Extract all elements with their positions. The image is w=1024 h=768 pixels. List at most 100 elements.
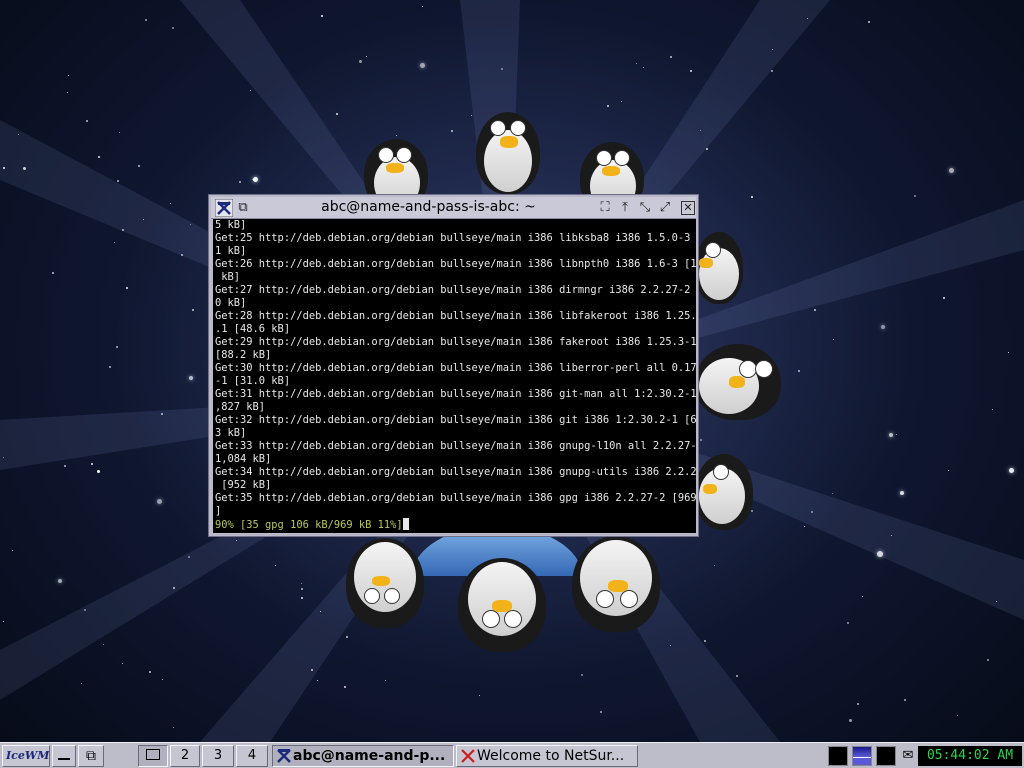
star — [832, 493, 833, 494]
star — [84, 609, 86, 611]
star — [52, 272, 54, 274]
window-titlebar[interactable]: ⧉ abc@name-and-pass-is-abc: ~ ⛶ ⤒ ⤡ ⤢ ✕ — [211, 197, 696, 219]
star — [670, 645, 671, 646]
penguin-graphic — [695, 340, 785, 424]
task-netsurf[interactable]: Welcome to NetSur... — [456, 745, 638, 767]
terminal-line: Get:33 http://deb.debian.org/debian bull… — [215, 440, 696, 452]
star — [833, 339, 834, 340]
star — [250, 90, 251, 91]
star — [109, 366, 111, 368]
star — [275, 565, 276, 566]
star — [119, 132, 120, 133]
terminal-line: 0 kB] — [215, 297, 247, 309]
star — [889, 433, 893, 437]
window-menu-icon[interactable]: ⧉ — [235, 200, 251, 216]
xterm-icon[interactable] — [215, 199, 233, 217]
workspace-4-button[interactable]: 4 — [236, 745, 268, 767]
star — [636, 63, 637, 64]
star — [97, 470, 100, 473]
penguin-graphic — [468, 108, 548, 198]
workspace-3-button[interactable]: 3 — [202, 745, 234, 767]
terminal-line: 1,084 kB] — [215, 453, 272, 465]
star — [189, 376, 193, 380]
star — [67, 92, 68, 93]
icewm-logo-icon: IceWM — [6, 749, 50, 762]
terminal-line: Get:35 http://deb.debian.org/debian bull… — [215, 492, 696, 504]
clock[interactable]: 05:44:02 AM — [918, 746, 1022, 766]
star — [501, 68, 503, 70]
task-label: abc@name-and-p... — [293, 748, 446, 764]
star — [301, 597, 303, 599]
star — [236, 540, 237, 541]
taskbar: IceWM ⧉ 2 3 4 abc@name-and-p... Welcome … — [0, 742, 1024, 768]
star — [814, 309, 816, 311]
star — [320, 611, 321, 612]
star — [143, 219, 144, 220]
star — [811, 511, 813, 513]
star — [336, 113, 338, 115]
maximize-vertical-icon[interactable]: ⛶ — [597, 200, 613, 216]
terminal-window[interactable]: ⧉ abc@name-and-pass-is-abc: ~ ⛶ ⤒ ⤡ ⤢ ✕ … — [208, 194, 699, 537]
workspace-2-button[interactable]: 2 — [170, 745, 200, 767]
star — [122, 663, 123, 664]
star — [862, 596, 863, 597]
close-icon[interactable]: ✕ — [681, 201, 695, 215]
network-monitor-icon[interactable] — [852, 746, 872, 766]
star — [857, 703, 859, 705]
star — [149, 671, 151, 673]
star — [914, 195, 916, 197]
star — [344, 686, 346, 688]
star — [772, 49, 773, 50]
minimize-all-icon — [58, 758, 70, 760]
star — [451, 130, 453, 132]
star — [12, 550, 13, 551]
terminal-line: .1 [48.6 kB] — [215, 323, 291, 335]
maximize-icon[interactable]: ⤢ — [657, 200, 673, 216]
star — [996, 601, 997, 602]
terminal-line: Get:27 http://deb.debian.org/debian bull… — [215, 284, 696, 296]
star — [192, 309, 194, 311]
mail-icon[interactable]: ✉ — [900, 746, 916, 766]
restore-icon[interactable]: ⤡ — [637, 200, 653, 216]
star — [170, 203, 171, 204]
workspace-label: 2 — [180, 748, 190, 763]
task-terminal[interactable]: abc@name-and-p... — [272, 745, 454, 767]
terminal-output[interactable]: 5 kB] Get:25 http://deb.debian.org/debian… — [213, 219, 696, 533]
star — [81, 683, 82, 684]
terminal-line: Get:31 http://deb.debian.org/debian bull… — [215, 388, 696, 400]
star — [957, 715, 958, 716]
star — [420, 63, 425, 68]
star — [173, 587, 175, 589]
star — [117, 180, 119, 182]
star — [157, 499, 162, 504]
terminal-line: ,827 kB] — [215, 401, 266, 413]
star — [948, 470, 949, 471]
star — [771, 70, 773, 72]
workspace-1-icon — [146, 749, 160, 760]
star — [162, 679, 163, 680]
workspace-label: 4 — [247, 748, 257, 763]
star — [190, 224, 191, 225]
terminal-line: Get:29 http://deb.debian.org/debian bull… — [215, 336, 696, 348]
star — [896, 434, 897, 435]
star — [173, 727, 174, 728]
show-desktop-button[interactable] — [52, 745, 76, 767]
star — [736, 675, 738, 677]
star — [91, 463, 93, 465]
cpu-monitor-icon[interactable] — [828, 746, 848, 766]
shade-icon[interactable]: ⤒ — [617, 200, 633, 216]
window-list-button[interactable]: ⧉ — [78, 745, 104, 767]
star — [317, 680, 318, 681]
star — [114, 242, 115, 243]
terminal-line: 3 kB] — [215, 427, 247, 439]
star — [122, 229, 124, 231]
star — [798, 370, 800, 372]
start-menu-button[interactable]: IceWM — [2, 745, 50, 767]
memory-monitor-icon[interactable] — [876, 746, 896, 766]
workspace-1-button[interactable] — [138, 745, 168, 767]
star — [239, 181, 241, 183]
penguin-graphic — [566, 534, 666, 636]
star — [847, 622, 849, 624]
star — [321, 15, 323, 17]
task-label: Welcome to NetSur... — [477, 748, 625, 764]
